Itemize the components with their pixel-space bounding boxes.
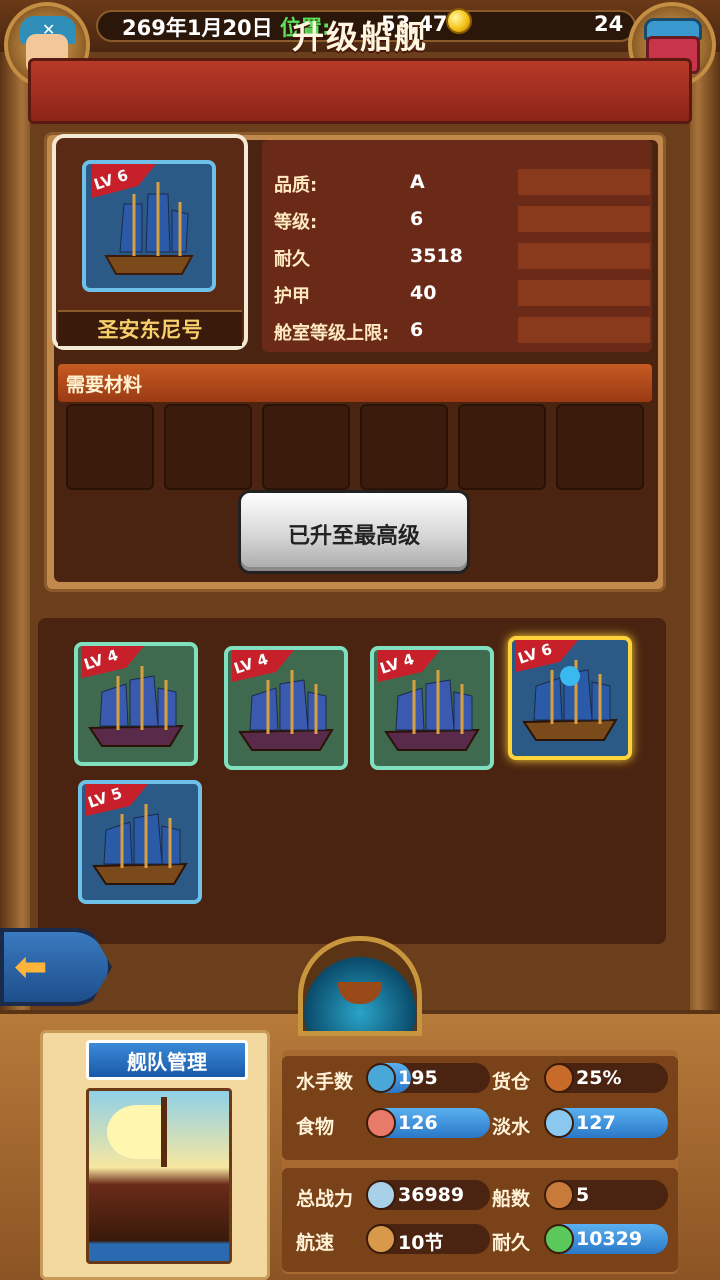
sailors-value: 195: [398, 1067, 438, 1089]
fleet-ship-card[interactable]: LV 4: [224, 646, 348, 770]
cargo-icon: [544, 1063, 574, 1093]
ships-label: 船数: [492, 1188, 531, 1210]
stat-value: 6: [410, 319, 424, 341]
stat-bar: [518, 243, 650, 269]
sailors-label: 水手数: [296, 1071, 354, 1093]
material-slot[interactable]: [458, 404, 546, 490]
power-icon: [366, 1180, 396, 1210]
stat-value: 40: [410, 282, 437, 304]
ship-icon: LV 4: [232, 650, 334, 751]
fleet-ship-card[interactable]: LV 4: [74, 642, 198, 766]
stat-bar: [518, 169, 650, 195]
sailors-icon: [366, 1063, 396, 1093]
power-label: 总战力: [296, 1188, 354, 1210]
durability-label: 耐久: [492, 1232, 531, 1254]
power-value: 36989: [398, 1184, 465, 1206]
material-slot[interactable]: [262, 404, 350, 490]
ships-icon: [544, 1180, 574, 1210]
materials-title: 需要材料: [66, 374, 143, 396]
title-banner: [28, 58, 692, 124]
sail-icon: [107, 1105, 167, 1159]
materials-header: [58, 364, 652, 402]
stat-label: 耐久: [274, 249, 310, 270]
speed-value: 10节: [398, 1232, 444, 1254]
food-icon: [366, 1108, 396, 1138]
stat-value: 6: [410, 208, 424, 230]
current-ship-portrait: LV 6: [82, 160, 216, 292]
stat-label: 等级:: [274, 212, 318, 233]
stat-bar: [518, 206, 650, 232]
ship-icon: LV 4: [378, 650, 480, 751]
water-label: 淡水: [492, 1116, 531, 1138]
stat-value: 3518: [410, 245, 463, 267]
water-value: 127: [576, 1112, 616, 1134]
ship-icon: LV 6: [92, 164, 194, 275]
speed-icon: [366, 1224, 396, 1254]
ship-icon: LV 4: [82, 646, 184, 747]
cargo-label: 货仓: [492, 1071, 531, 1093]
page-title: 升级船舰: [291, 18, 428, 56]
stat-label: 品质:: [274, 175, 318, 196]
stat-bar: [518, 317, 650, 343]
material-slot[interactable]: [164, 404, 252, 490]
material-slot[interactable]: [360, 404, 448, 490]
food-label: 食物: [296, 1116, 335, 1138]
cargo-value: 25%: [576, 1067, 622, 1089]
selection-marker-icon: [560, 666, 580, 686]
durability-value: 10329: [576, 1228, 643, 1250]
stat-value: A: [410, 171, 425, 193]
stat-bar: [518, 280, 650, 306]
back-arrow-icon: ⬅: [14, 944, 48, 990]
material-slot[interactable]: [556, 404, 644, 490]
durability-icon: [544, 1224, 574, 1254]
fleet-ship-card[interactable]: LV 4: [370, 646, 494, 770]
ship-icon: LV 6: [516, 640, 618, 741]
stat-label: 舱室等级上限:: [274, 323, 390, 344]
fleet-ship-illustration[interactable]: [86, 1088, 232, 1264]
mast-icon: [161, 1097, 167, 1167]
material-slot[interactable]: [66, 404, 154, 490]
food-value: 126: [398, 1112, 438, 1134]
ship-icon: LV 5: [86, 784, 188, 885]
fleet-management-label: 舰队管理: [127, 1050, 207, 1074]
ships-value: 5: [576, 1184, 590, 1206]
ship-name: 圣安东尼号: [97, 318, 203, 342]
stat-label: 护甲: [274, 286, 310, 307]
max-level-label: 已升至最高级: [287, 524, 420, 549]
water-icon: [544, 1108, 574, 1138]
speed-label: 航速: [296, 1232, 335, 1254]
fleet-ship-card[interactable]: LV 5: [78, 780, 202, 904]
fleet-ship-card-selected[interactable]: LV 6: [508, 636, 632, 760]
